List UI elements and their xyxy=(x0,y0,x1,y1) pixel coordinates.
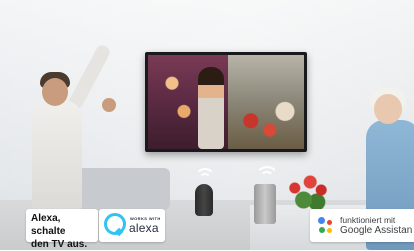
alexa-ring-icon xyxy=(104,213,126,235)
caption-line-2: den TV aus. xyxy=(31,239,88,250)
man-head xyxy=(42,78,68,106)
google-smart-speaker xyxy=(254,184,276,224)
google-assistant-icon xyxy=(318,217,336,235)
wireless-wave-icon xyxy=(199,173,211,185)
cheering-man xyxy=(22,42,116,210)
tv-screen xyxy=(148,55,304,149)
google-badge-line-2: Google Assistan xyxy=(340,225,413,236)
google-badge-text: funktioniert mit Google Assistan xyxy=(340,215,412,236)
tv-screen-woman xyxy=(198,67,224,149)
raised-hand xyxy=(102,98,116,112)
alexa-smart-speaker xyxy=(195,184,213,216)
caption-line-1: Alexa, schalte xyxy=(31,213,66,237)
google-badge-line-1: funktioniert mit xyxy=(340,215,396,225)
voice-command-caption: Alexa, schalte den TV aus. xyxy=(26,209,98,250)
red-flowers xyxy=(286,172,330,212)
man-body xyxy=(32,100,82,210)
works-with-alexa-badge: WORKS WITH alexa xyxy=(99,209,165,242)
tv-screen-food-scene xyxy=(228,55,304,149)
wireless-wave-icon xyxy=(260,171,274,185)
older-man-head xyxy=(374,94,402,124)
alexa-wordmark: alexa xyxy=(129,221,159,235)
caption-text: Alexa, schalte den TV aus. xyxy=(31,212,95,251)
google-assistant-badge: funktioniert mit Google Assistan xyxy=(310,209,414,242)
